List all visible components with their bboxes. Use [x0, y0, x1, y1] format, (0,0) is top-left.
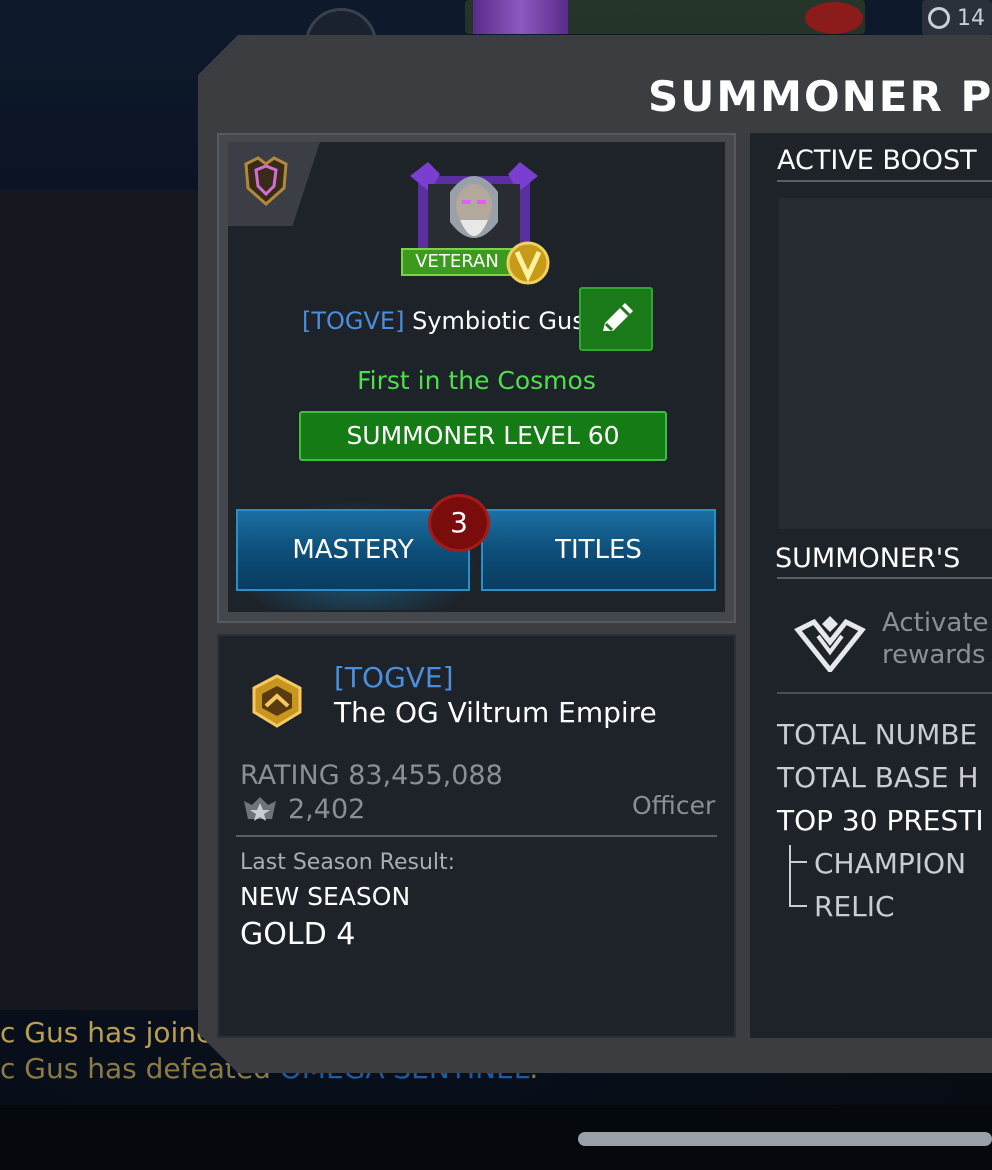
- divider: [777, 577, 992, 579]
- stat-top-30-prestige: TOP 30 PRESTI: [777, 804, 984, 837]
- stat-tree-lines: [789, 845, 807, 907]
- veteran-badge: VETERAN: [401, 248, 513, 276]
- timer-widget[interactable]: 14: [922, 0, 992, 36]
- alliance-divider: [236, 835, 717, 837]
- divider: [777, 180, 992, 182]
- activate-line: rewards: [882, 640, 986, 670]
- active-boosts-heading: ACTIVE BOOST: [777, 145, 977, 176]
- alliance-emblem-icon[interactable]: [248, 672, 306, 730]
- pencil-icon: [603, 303, 633, 332]
- last-season-rank: GOLD 4: [240, 917, 356, 952]
- active-boosts-box: [779, 198, 992, 529]
- tree-branch: [791, 905, 807, 907]
- stat-total-base-hero: TOTAL BASE H: [777, 761, 979, 794]
- mastery-notification-badge: 3: [428, 494, 490, 552]
- timer-value: 14: [957, 6, 985, 31]
- activate-rewards-text: Activate rewards: [882, 607, 989, 671]
- summoner-level-button[interactable]: SUMMONER LEVEL 60: [299, 411, 667, 461]
- summoner-rank-icon: [794, 616, 866, 672]
- player-name: [TOGVE] Symbiotic Gus: [302, 307, 585, 335]
- alliance-crest-icon[interactable]: [238, 154, 294, 210]
- stopwatch-icon: [928, 7, 950, 29]
- player-name-text: Symbiotic Gus: [412, 307, 585, 335]
- divider: [777, 692, 992, 694]
- last-season-value: NEW SEASON: [240, 882, 411, 911]
- trophy-count: 2,402: [288, 794, 366, 825]
- tree-branch: [791, 861, 807, 863]
- panel-title: SUMMONER P: [648, 72, 992, 121]
- veteran-medal-icon: [506, 241, 550, 285]
- sub-stat-relic: RELIC: [814, 890, 895, 923]
- notification-champion-thumb: [473, 0, 568, 34]
- scrollbar[interactable]: [578, 1132, 992, 1146]
- member-role: Officer: [632, 791, 716, 820]
- notification-alert-icon: [805, 2, 863, 34]
- player-alliance-tag: [TOGVE]: [302, 307, 405, 335]
- activate-line: Activate: [882, 608, 989, 638]
- alliance-name: The OG Viltrum Empire: [334, 696, 657, 729]
- last-season-label: Last Season Result:: [240, 850, 456, 875]
- alliance-rating: RATING 83,455,088: [240, 760, 503, 791]
- stat-total-number: TOTAL NUMBE: [777, 718, 978, 751]
- chat-text: c Gus has joine: [0, 1016, 214, 1049]
- game-screen: 14 c Gus has joine c Gus has defeated OM…: [0, 0, 992, 1170]
- trophy-icon: [244, 797, 276, 821]
- alliance-tag: [TOGVE]: [334, 661, 454, 694]
- notification-banner[interactable]: [465, 0, 865, 34]
- sub-stat-champion: CHAMPION: [814, 847, 967, 880]
- edit-name-button[interactable]: [579, 287, 653, 351]
- titles-button[interactable]: TITLES: [481, 509, 716, 591]
- background-left: [0, 190, 230, 1010]
- summoner-title: First in the Cosmos: [357, 366, 596, 395]
- summoners-heading: SUMMONER'S: [775, 543, 961, 574]
